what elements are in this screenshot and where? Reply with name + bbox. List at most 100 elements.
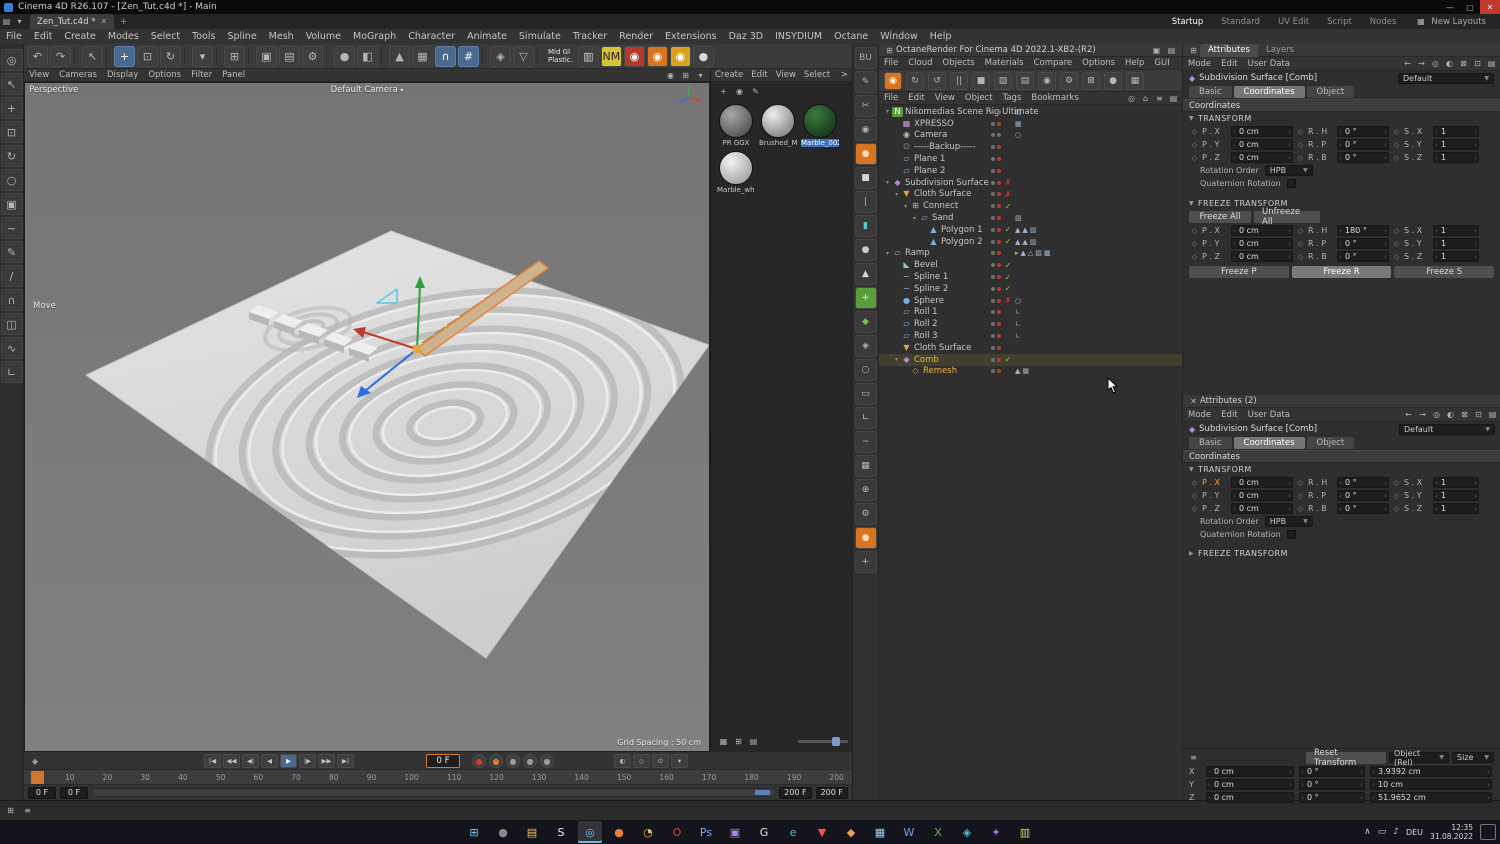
material-ball-icon[interactable]: ● bbox=[692, 45, 714, 67]
cube-icon[interactable]: ■ bbox=[854, 167, 877, 189]
search-icon[interactable]: ● bbox=[491, 821, 515, 843]
keyframe-dot[interactable]: ◇ bbox=[1391, 240, 1402, 248]
menu-item[interactable]: INSYDIUM bbox=[769, 31, 828, 42]
render-visibility-dot[interactable] bbox=[997, 369, 1001, 374]
pyramid-icon[interactable]: ▲ bbox=[854, 263, 877, 285]
list-view-icon[interactable]: ▤ bbox=[747, 735, 760, 748]
render-preset-labels[interactable]: Mid Gl Plastic. bbox=[544, 48, 577, 64]
object-tree-item[interactable]: ▾ ⊞ Connect ✓ bbox=[879, 200, 1182, 212]
play-backwards-icon[interactable]: ◀ bbox=[261, 754, 278, 768]
tab-basic[interactable]: Basic bbox=[1189, 437, 1232, 449]
timeline-ruler[interactable]: 0 10 20 30 40 50 60 70 80 90 100 11 bbox=[24, 770, 852, 785]
object-manager-menu-item[interactable]: File bbox=[879, 93, 903, 103]
magnet-icon[interactable]: ∩ bbox=[0, 289, 23, 311]
editor-visibility-dot[interactable] bbox=[991, 133, 995, 138]
menu-icon[interactable]: ≡ bbox=[21, 804, 34, 817]
move-tool-icon[interactable]: + bbox=[114, 45, 135, 67]
keyframe-dot[interactable]: ◇ bbox=[1189, 240, 1200, 248]
object-manager-menu-item[interactable]: Object bbox=[960, 93, 998, 103]
octane-ball-icon[interactable]: ● bbox=[854, 143, 877, 165]
fill-selection-icon[interactable]: ▣ bbox=[0, 193, 23, 215]
menu-item[interactable]: Animate bbox=[461, 31, 513, 42]
position-field[interactable]: 0 cm bbox=[1231, 503, 1293, 514]
circle-spline-icon[interactable]: ○ bbox=[854, 359, 877, 381]
tab-object[interactable]: Object bbox=[1306, 437, 1355, 449]
render-picture-viewer-icon[interactable]: ▤ bbox=[279, 45, 300, 67]
object-tags[interactable]: ▤ bbox=[1015, 108, 1024, 116]
transform-section-header[interactable]: ▼ TRANSFORM bbox=[1183, 463, 1500, 476]
pen-spline-icon[interactable]: ~ bbox=[854, 431, 877, 453]
object-tree-item[interactable]: ▲ Polygon 2 ✓ ▲▲▨ bbox=[879, 236, 1182, 248]
enable-toggle[interactable]: ✗ bbox=[1003, 190, 1013, 199]
rotation-order-dropdown[interactable]: HPB ▼ bbox=[1264, 516, 1313, 527]
keyframe-presets-icon[interactable]: ▾ bbox=[671, 754, 688, 768]
lock-icon[interactable]: ⊠ bbox=[1457, 57, 1470, 70]
object-label[interactable]: Cloth Surface bbox=[914, 343, 971, 353]
octane-menu-item[interactable]: Objects bbox=[938, 58, 980, 68]
render-visibility-dot[interactable] bbox=[997, 168, 1001, 173]
app-icon[interactable]: ◆ bbox=[839, 821, 863, 843]
frozen-rotation-field[interactable]: 180 ° bbox=[1337, 225, 1389, 236]
object-label[interactable]: Connect bbox=[923, 201, 958, 211]
render-visibility-dot[interactable] bbox=[997, 357, 1001, 362]
menu-item[interactable]: Select bbox=[145, 31, 186, 42]
region-render-icon[interactable]: ▧ bbox=[994, 71, 1012, 90]
editor-visibility-dot[interactable] bbox=[991, 192, 995, 197]
expand-toggle[interactable]: ▾ bbox=[892, 191, 901, 198]
keyframe-dot[interactable]: ◇ bbox=[1295, 479, 1306, 487]
menu-item[interactable]: Extensions bbox=[659, 31, 723, 42]
app-icon[interactable]: ▼ bbox=[810, 821, 834, 843]
undo-icon[interactable]: ↶ bbox=[27, 45, 48, 67]
rotate-tool-icon[interactable]: ↻ bbox=[160, 45, 181, 67]
pin-icon[interactable]: ⊡ bbox=[1471, 57, 1484, 70]
position-field[interactable]: 0 cm bbox=[1206, 766, 1294, 777]
octane-menu-item[interactable]: Options bbox=[1077, 58, 1120, 68]
browser-menu-item[interactable]: View bbox=[772, 70, 800, 80]
move-tool-icon[interactable]: + bbox=[0, 97, 23, 119]
frozen-rotation-field[interactable]: 0 ° bbox=[1337, 251, 1389, 262]
axis-icon[interactable]: ⊕ bbox=[854, 479, 877, 501]
goto-start-icon[interactable]: |◀ bbox=[204, 754, 221, 768]
frozen-scale-field[interactable]: 1 bbox=[1433, 238, 1479, 249]
object-manager-menu-item[interactable]: Edit bbox=[903, 93, 929, 103]
editor-visibility-dot[interactable] bbox=[991, 121, 995, 126]
rect-spline-icon[interactable]: ▭ bbox=[854, 383, 877, 405]
current-frame-field[interactable]: 0 F bbox=[426, 754, 460, 768]
cinema4d-icon[interactable]: ◎ bbox=[578, 821, 602, 843]
octane-menu-item[interactable]: Materials bbox=[980, 58, 1029, 68]
panel-menu-icon[interactable]: ▤ bbox=[1165, 44, 1178, 57]
enable-toggle[interactable]: ✓ bbox=[1003, 261, 1013, 270]
range-slider[interactable] bbox=[92, 788, 776, 797]
menu-item[interactable]: Render bbox=[613, 31, 659, 42]
object-tree-item[interactable]: ~ Spline 1 ✓ bbox=[879, 271, 1182, 283]
maximize-button[interactable]: ▢ bbox=[1460, 0, 1480, 14]
object-tree-item[interactable]: ◣ Bevel ✓ bbox=[879, 259, 1182, 271]
editor-visibility-dot[interactable] bbox=[991, 145, 995, 150]
keyframe-dot[interactable]: ◇ bbox=[1295, 492, 1306, 500]
pause-icon[interactable]: || bbox=[950, 71, 968, 90]
object-tags[interactable]: ▸▲△▨▩ bbox=[1015, 249, 1053, 257]
object-tree-item[interactable]: ▱ Plane 1 bbox=[879, 153, 1182, 165]
editor-visibility-dot[interactable] bbox=[991, 251, 995, 256]
editor-visibility-dot[interactable] bbox=[991, 216, 995, 221]
object-label[interactable]: Subdivision Surface bbox=[905, 178, 989, 188]
editor-visibility-dot[interactable] bbox=[991, 369, 995, 374]
octane-filmstrip-icon[interactable]: ▥ bbox=[577, 45, 599, 67]
position-field[interactable]: 0 cm bbox=[1206, 779, 1294, 790]
keyframe-dot[interactable]: ◇ bbox=[1189, 505, 1200, 513]
render-visibility-dot[interactable] bbox=[997, 121, 1001, 126]
viewport-menu-item[interactable]: View bbox=[24, 70, 54, 80]
object-tree-item[interactable]: ▾ ◆ Comb ✓ bbox=[879, 353, 1182, 366]
editor-visibility-dot[interactable] bbox=[991, 286, 995, 291]
rotation-field[interactable]: 0 ° bbox=[1337, 477, 1389, 488]
pin-icon[interactable]: ⊡ bbox=[1472, 408, 1485, 421]
layout-tab[interactable]: UV Edit bbox=[1278, 17, 1309, 27]
record-scale-icon[interactable]: ● bbox=[523, 754, 537, 768]
freeze-section-header[interactable]: ▶ FREEZE TRANSFORM bbox=[1183, 547, 1500, 560]
search-icon[interactable]: ◎ bbox=[1430, 408, 1443, 421]
menu-item[interactable]: Mesh bbox=[263, 31, 300, 42]
editor-visibility-dot[interactable] bbox=[991, 180, 995, 185]
menu-item[interactable]: Spline bbox=[221, 31, 262, 42]
rotation-field[interactable]: 0 ° bbox=[1337, 139, 1389, 150]
object-tags[interactable]: ▦ bbox=[1015, 120, 1024, 128]
